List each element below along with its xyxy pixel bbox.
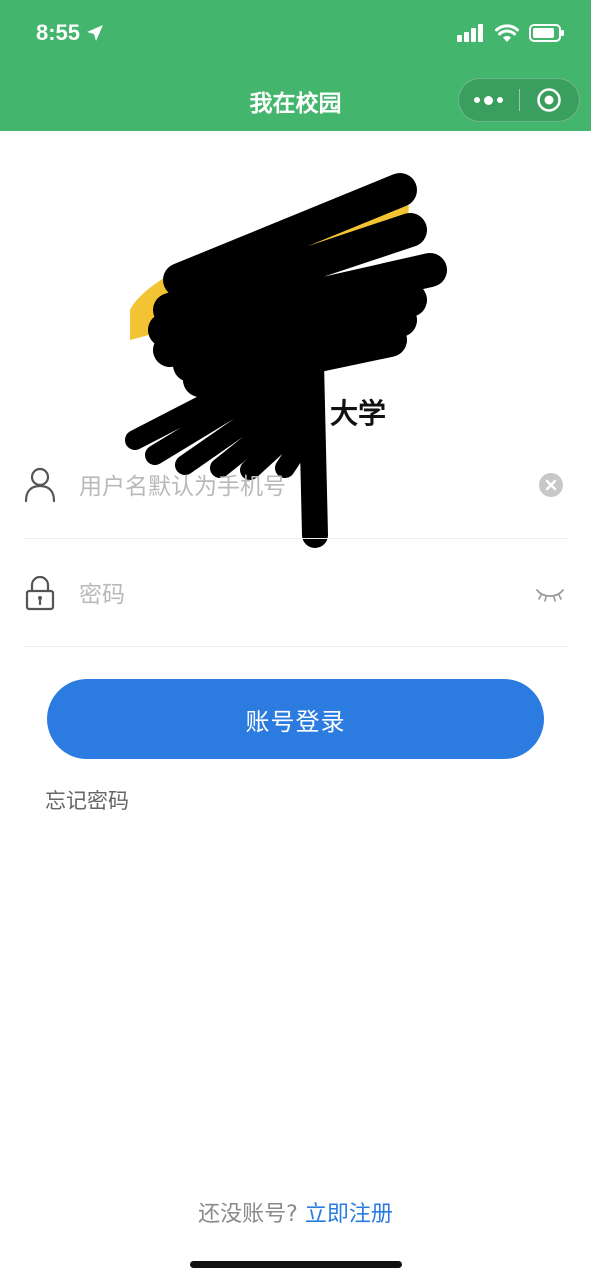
username-input[interactable] [79, 469, 499, 505]
password-field [24, 539, 568, 647]
battery-icon [529, 24, 564, 42]
wifi-icon [495, 24, 519, 42]
target-close-icon [537, 88, 561, 112]
user-icon [24, 467, 56, 503]
app-header: 8:55 我在校园 [0, 0, 591, 131]
eye-closed-icon[interactable] [535, 587, 565, 603]
lock-icon [25, 575, 55, 611]
status-time-text: 8:55 [36, 20, 81, 45]
school-name-label: 大学 [330, 397, 387, 430]
login-button[interactable]: 账号登录 [47, 679, 544, 759]
register-question: 还没账号? [198, 1202, 298, 1227]
home-indicator[interactable] [190, 1261, 402, 1268]
status-bar-time: 8:55 [36, 20, 104, 46]
miniprogram-capsule [458, 78, 580, 122]
status-bar-icons [457, 24, 565, 42]
more-dots-icon [474, 97, 481, 103]
register-row: 还没账号? 立即注册 [0, 1196, 591, 1228]
username-field [24, 431, 568, 539]
signal-icon [457, 24, 483, 42]
close-miniprogram-button[interactable] [519, 78, 579, 122]
register-link[interactable]: 立即注册 [305, 1202, 393, 1227]
location-arrow-icon [87, 25, 104, 41]
forgot-password-link[interactable]: 忘记密码 [45, 785, 129, 815]
clear-input-icon[interactable] [539, 473, 563, 497]
more-button[interactable] [459, 78, 519, 122]
password-input[interactable] [79, 577, 499, 613]
